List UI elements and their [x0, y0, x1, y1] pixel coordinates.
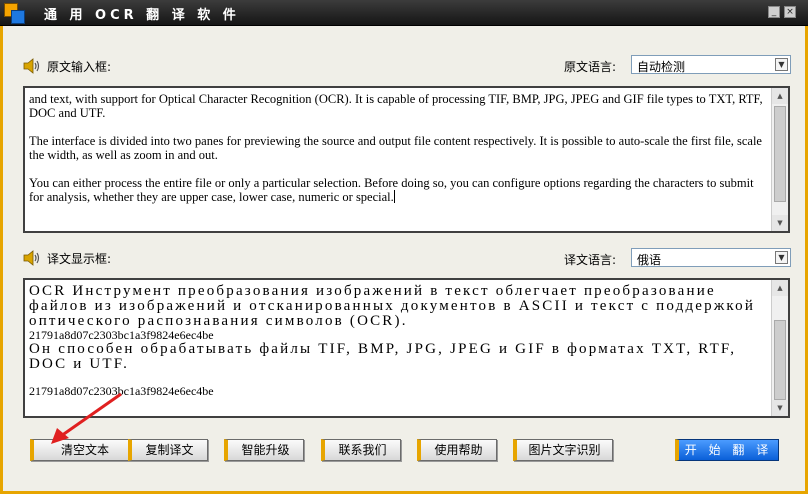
close-button[interactable]: ×: [784, 6, 796, 18]
target-text: OCR Инструмент преобразования изображени…: [29, 284, 770, 398]
app-window: 通 用 OCR 翻 译 软 件 _ × 原文输入框: 原文语言: 自动检测 ▼ …: [0, 0, 808, 494]
smart-upgrade-button[interactable]: 智能升级: [224, 439, 304, 461]
source-text: and text, with support for Optical Chara…: [29, 92, 763, 204]
image-ocr-button[interactable]: 图片文字识别: [513, 439, 613, 461]
window-title: 通 用 OCR 翻 译 软 件: [44, 8, 240, 23]
chevron-down-icon[interactable]: ▼: [775, 251, 788, 264]
target-label: 译文显示框:: [47, 251, 112, 266]
scroll-up-icon[interactable]: ▲: [772, 280, 788, 296]
app-logo-icon: [4, 3, 25, 24]
target-lang-value: 俄语: [637, 253, 662, 267]
title-bar[interactable]: 通 用 OCR 翻 译 软 件 _ ×: [0, 0, 808, 26]
chevron-down-icon[interactable]: ▼: [775, 58, 788, 71]
target-scrollbar[interactable]: ▲ ▼: [771, 280, 788, 416]
target-line-3: Он способен обрабатывать файлы TIF, BMP,…: [29, 341, 743, 372]
source-lang-value: 自动检测: [637, 60, 686, 74]
source-label: 原文输入框:: [47, 59, 112, 74]
scroll-up-icon[interactable]: ▲: [772, 88, 788, 104]
start-translate-button[interactable]: 开 始 翻 译: [675, 439, 779, 461]
speaker-icon[interactable]: [23, 58, 41, 74]
scroll-down-icon[interactable]: ▼: [772, 400, 788, 416]
scroll-thumb[interactable]: [774, 106, 786, 202]
source-textarea[interactable]: and text, with support for Optical Chara…: [23, 86, 790, 233]
target-header: 译文显示框:: [23, 248, 111, 268]
scroll-down-icon[interactable]: ▼: [772, 215, 788, 231]
target-line-2: 21791a8d07c2303bc1a3f9824e6ec4be: [29, 328, 214, 342]
help-button[interactable]: 使用帮助: [417, 439, 497, 461]
source-lang-select[interactable]: 自动检测 ▼: [631, 55, 791, 74]
annotation-arrow-icon: [51, 392, 122, 444]
minimize-button[interactable]: _: [768, 6, 780, 18]
scroll-thumb[interactable]: [774, 320, 786, 400]
target-line-1: OCR Инструмент преобразования изображени…: [29, 283, 761, 329]
source-lang-label: 原文语言:: [564, 60, 617, 74]
text-caret: [393, 190, 395, 203]
target-lang-select[interactable]: 俄语 ▼: [631, 248, 791, 267]
contact-us-button[interactable]: 联系我们: [321, 439, 401, 461]
target-textarea[interactable]: OCR Инструмент преобразования изображени…: [23, 278, 790, 418]
copy-translation-button[interactable]: 复制译文: [128, 439, 208, 461]
source-header: 原文输入框:: [23, 56, 111, 76]
speaker-icon[interactable]: [23, 250, 41, 266]
target-lang-label: 译文语言:: [564, 253, 617, 267]
source-scrollbar[interactable]: ▲ ▼: [771, 88, 788, 231]
